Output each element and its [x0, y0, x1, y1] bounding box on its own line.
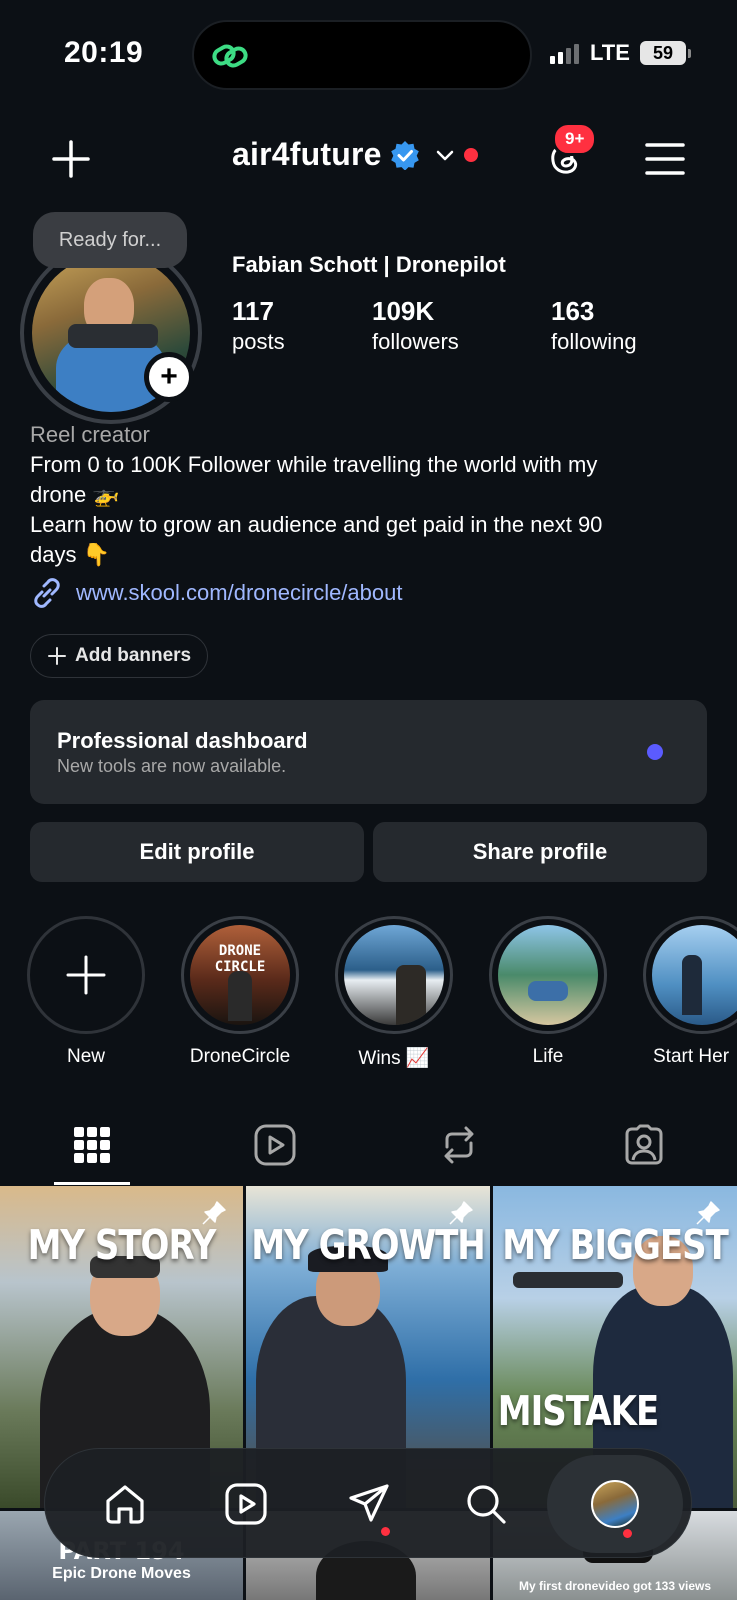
dashboard-title: Professional dashboard [57, 728, 308, 753]
grid-icon [74, 1127, 110, 1163]
username: air4future [232, 136, 382, 172]
chevron-down-icon [436, 150, 453, 160]
tab-tagged[interactable] [619, 1120, 669, 1170]
highlight-new[interactable]: New [25, 916, 147, 1068]
bio-line: From 0 to 100K Follower while travelling… [30, 452, 598, 477]
display-name: Fabian Schott | Dronepilot [232, 252, 506, 277]
stat-value: 109K [372, 296, 435, 326]
bio-line: Learn how to grow an audience and get pa… [30, 512, 603, 537]
tab-posts-grid[interactable] [67, 1120, 117, 1170]
nav-reels[interactable] [218, 1476, 274, 1532]
send-paper-plane-icon [349, 1484, 389, 1522]
edit-profile-button[interactable]: Edit profile [30, 822, 364, 882]
signal-icon [550, 44, 579, 64]
bottom-nav-bar [44, 1448, 692, 1558]
stat-posts[interactable]: 117 posts [232, 296, 285, 355]
tagged-person-icon [625, 1124, 663, 1165]
status-bar: 20:19 LTE 59 [0, 0, 737, 110]
pin-icon [449, 1201, 473, 1225]
search-icon [467, 1485, 506, 1524]
bio-link[interactable]: www.skool.com/dronecircle/about [30, 576, 402, 610]
profile-header: air4future 9+ [0, 122, 737, 194]
messages-unread-dot [381, 1527, 390, 1536]
share-profile-button[interactable]: Share profile [373, 822, 707, 882]
plus-icon [66, 955, 106, 995]
reels-icon [254, 1124, 296, 1166]
profile-tabs [0, 1110, 737, 1186]
plus-icon [48, 647, 66, 665]
nav-home[interactable] [97, 1476, 153, 1532]
tab-reels[interactable] [250, 1120, 300, 1170]
tab-reposts[interactable] [434, 1120, 484, 1170]
note-bubble[interactable]: Ready for... [33, 212, 187, 268]
pin-icon [696, 1201, 720, 1225]
link-icon [34, 578, 60, 608]
stat-label: following [551, 329, 637, 354]
highlight-wins[interactable]: Wins 📈 [333, 916, 455, 1070]
stat-followers[interactable]: 109K followers [372, 296, 459, 355]
add-story-button[interactable]: + [144, 352, 194, 402]
pin-icon [202, 1201, 226, 1225]
verified-badge-icon [390, 140, 419, 170]
stat-value: 163 [551, 296, 595, 326]
post-title-secondary: MISTAKE [497, 1388, 659, 1436]
post-subtitle: Epic Drone Moves [52, 1565, 191, 1582]
nav-direct-messages[interactable] [341, 1476, 397, 1532]
nav-search[interactable] [458, 1476, 514, 1532]
network-type: LTE [590, 40, 630, 65]
plus-icon [52, 140, 90, 178]
highlight-cover [344, 925, 444, 1025]
add-banners-label: Add banners [75, 645, 192, 666]
highlight-life[interactable]: Life [487, 916, 609, 1068]
active-tab-indicator [54, 1182, 130, 1185]
dashboard-subtitle: New tools are now available. [57, 756, 287, 776]
highlight-label: Life [532, 1046, 564, 1067]
bio-line: days 👇 [30, 542, 110, 567]
profile-avatar-small [591, 1480, 639, 1528]
reels-icon [225, 1483, 267, 1525]
bio-link-text: www.skool.com/dronecircle/about [76, 580, 403, 605]
post-title: MY STORY [27, 1222, 217, 1270]
link-chain-icon [212, 44, 248, 68]
account-switcher[interactable]: air4future [232, 136, 478, 173]
highlight-start-here[interactable]: Start Her [641, 916, 737, 1068]
professional-dashboard[interactable]: Professional dashboard New tools are now… [30, 700, 707, 804]
dynamic-island [192, 20, 532, 90]
nav-profile[interactable] [587, 1476, 643, 1532]
stat-label: posts [232, 329, 285, 354]
new-indicator-dot [647, 744, 663, 760]
stat-value: 117 [232, 296, 274, 326]
category-label: Reel creator [30, 422, 150, 447]
highlight-label: Start Her [653, 1046, 730, 1067]
highlight-cover [652, 925, 737, 1025]
post-title: MY GROWTH [251, 1222, 485, 1270]
highlight-cover: DRONE CIRCLE [190, 925, 290, 1025]
stat-label: followers [372, 329, 459, 354]
post-title: MY BIGGEST [502, 1222, 729, 1270]
bio-line: drone 🚁 [30, 482, 120, 507]
add-banners-button[interactable]: Add banners [30, 634, 209, 678]
create-button[interactable] [48, 136, 94, 182]
repost-icon [444, 1126, 474, 1164]
highlight-dronecircle[interactable]: DRONE CIRCLE DroneCircle [179, 916, 301, 1068]
status-time: 20:19 [64, 36, 144, 69]
post-caption: My first dronevideo got 133 views [518, 1579, 712, 1593]
unread-dot [463, 147, 478, 162]
profile-notification-dot [623, 1529, 632, 1538]
menu-button[interactable] [642, 136, 688, 182]
battery-icon: 59 [640, 41, 691, 65]
threads-notification-badge: 9+ [552, 122, 598, 156]
highlight-label: DroneCircle [189, 1046, 291, 1067]
bio: Reel creator From 0 to 100K Follower whi… [30, 420, 720, 570]
highlight-label: New [66, 1046, 105, 1067]
highlight-label: Wins 📈 [358, 1048, 430, 1069]
highlight-cover [498, 925, 598, 1025]
stat-following[interactable]: 163 following [551, 296, 637, 355]
home-icon [106, 1485, 144, 1524]
hamburger-menu-icon [645, 143, 685, 175]
